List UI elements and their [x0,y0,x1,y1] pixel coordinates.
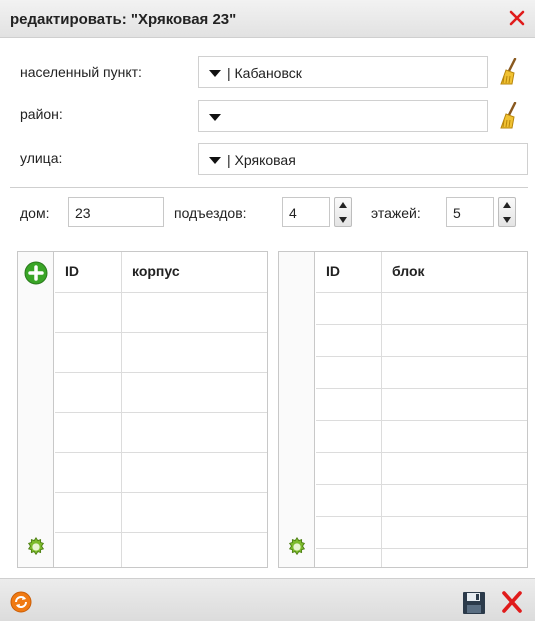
street-label: улица: [20,150,63,166]
column-header-id[interactable]: ID [55,252,121,292]
dialog-titlebar: редактировать: "Хряковая 23" [0,0,535,38]
locality-label: населенный пункт: [20,64,142,80]
chevron-down-icon [209,114,221,121]
floors-label: этажей: [371,205,421,221]
locality-value: | Кабановск [227,65,302,81]
refresh-icon[interactable] [10,591,32,613]
chevron-down-icon [209,70,221,77]
gear-icon[interactable] [25,536,47,558]
column-header-id[interactable]: ID [316,252,381,292]
column-header-block[interactable]: блок [382,252,527,292]
floors-input[interactable]: 5 [446,197,494,227]
chevron-down-icon [209,157,221,164]
table-row [55,452,267,453]
entrances-value: 4 [289,205,297,221]
table-row [316,324,527,325]
save-icon[interactable] [462,591,486,615]
buildings-table: ID корпус [17,251,268,568]
table-row [316,356,527,357]
house-value: 23 [75,205,91,221]
table-row [316,420,527,421]
dialog-title: редактировать: "Хряковая 23" [10,11,237,28]
locality-select[interactable]: | Кабановск [198,56,488,88]
entrances-stepper[interactable] [334,197,352,227]
table-row [316,452,527,453]
blocks-table: ID блок [278,251,528,568]
table-row [55,532,267,533]
table-row [316,292,527,293]
entrances-input[interactable]: 4 [282,197,330,227]
table-row [316,388,527,389]
floors-value: 5 [453,205,461,221]
table-row-actions-column [279,252,315,567]
table-row [55,292,267,293]
column-header-building[interactable]: корпус [122,252,267,292]
broom-icon[interactable] [497,58,521,86]
table-row [316,516,527,517]
close-icon[interactable] [500,590,524,614]
table-row [55,372,267,373]
broom-icon[interactable] [497,102,521,130]
column-divider [381,252,382,567]
arrow-down-icon[interactable] [339,217,347,223]
table-row [55,412,267,413]
arrow-up-icon[interactable] [503,202,511,208]
table-row [316,484,527,485]
house-label: дом: [20,205,50,221]
close-icon[interactable] [509,10,525,26]
table-row [316,548,527,549]
separator [10,187,528,188]
district-select[interactable] [198,100,488,132]
street-value: | Хряковая [227,152,296,168]
table-row [55,492,267,493]
arrow-down-icon[interactable] [503,217,511,223]
entrances-label: подъездов: [174,205,247,221]
column-divider [121,252,122,567]
plus-icon[interactable] [24,261,48,285]
table-row [55,332,267,333]
gear-icon[interactable] [286,536,308,558]
table-row-actions-column [18,252,54,567]
district-label: район: [20,106,63,122]
house-input[interactable]: 23 [68,197,164,227]
street-select[interactable]: | Хряковая [198,143,528,175]
arrow-up-icon[interactable] [339,202,347,208]
floors-stepper[interactable] [498,197,516,227]
dialog-footer [0,578,535,621]
